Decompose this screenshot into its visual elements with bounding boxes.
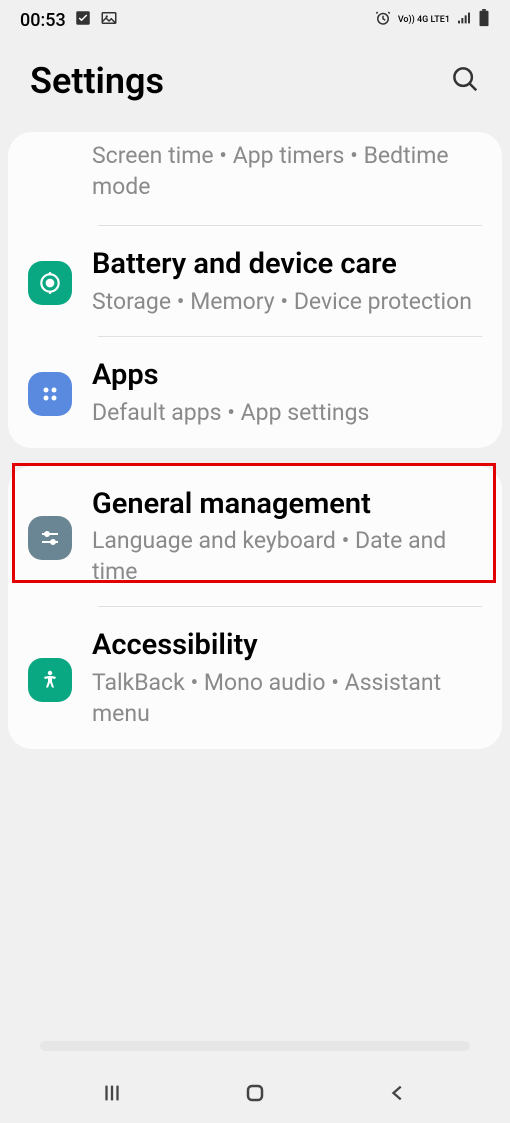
item-content: Apps Default apps • App settings — [92, 357, 482, 428]
home-icon — [243, 1081, 267, 1105]
item-title: Battery and device care — [92, 246, 482, 284]
search-button[interactable] — [450, 64, 480, 98]
settings-item-battery-device-care[interactable]: Battery and device care Storage • Memory… — [8, 226, 502, 337]
signal-icon — [456, 10, 472, 30]
nav-back-button[interactable] — [383, 1078, 413, 1108]
nav-home-button[interactable] — [240, 1078, 270, 1108]
item-subtitle: Screen time • App timers • Bedtime mode — [92, 140, 482, 202]
alarm-icon — [374, 9, 392, 31]
digital-wellbeing-icon-placeholder — [28, 140, 72, 184]
item-content: Accessibility TalkBack • Mono audio • As… — [92, 627, 482, 729]
navigation-bar — [0, 1063, 510, 1123]
item-subtitle: Language and keyboard • Date and time — [92, 525, 482, 587]
status-right: Vo)) 4G LTE1 — [374, 9, 490, 31]
settings-card: General management Language and keyboard… — [8, 466, 502, 750]
item-subtitle: Storage • Memory • Device protection — [92, 286, 482, 317]
settings-header: Settings — [0, 40, 510, 132]
settings-item-digital-wellbeing[interactable]: Screen time • App timers • Bedtime mode — [8, 132, 502, 226]
settings-item-general-management[interactable]: General management Language and keyboard… — [8, 466, 502, 608]
checkbox-status-icon — [74, 9, 92, 32]
page-title: Settings — [30, 60, 164, 102]
recents-icon — [101, 1082, 123, 1104]
item-subtitle: TalkBack • Mono audio • Assistant menu — [92, 667, 482, 729]
item-content: Screen time • App timers • Bedtime mode — [92, 140, 482, 202]
item-title: Accessibility — [92, 627, 482, 665]
settings-item-apps[interactable]: Apps Default apps • App settings — [8, 337, 502, 448]
device-care-icon — [28, 261, 72, 305]
sliders-icon — [28, 516, 72, 560]
network-label: Vo)) 4G LTE1 — [398, 16, 450, 25]
back-icon — [387, 1082, 409, 1104]
battery-icon — [478, 9, 490, 31]
item-content: Battery and device care Storage • Memory… — [92, 246, 482, 317]
settings-item-accessibility[interactable]: Accessibility TalkBack • Mono audio • As… — [8, 607, 502, 749]
nav-recents-button[interactable] — [97, 1078, 127, 1108]
item-title: Apps — [92, 357, 482, 395]
scroll-indicator[interactable] — [40, 1041, 470, 1051]
status-time: 00:53 — [20, 10, 66, 31]
item-title: General management — [92, 486, 482, 524]
apps-icon — [28, 372, 72, 416]
search-icon — [450, 64, 480, 94]
settings-card: Screen time • App timers • Bedtime mode … — [8, 132, 502, 448]
status-bar: 00:53 Vo)) 4G LTE1 — [0, 0, 510, 40]
status-left: 00:53 — [20, 9, 118, 32]
accessibility-icon — [28, 658, 72, 702]
image-status-icon — [100, 9, 118, 32]
item-content: General management Language and keyboard… — [92, 486, 482, 588]
item-subtitle: Default apps • App settings — [92, 397, 482, 428]
